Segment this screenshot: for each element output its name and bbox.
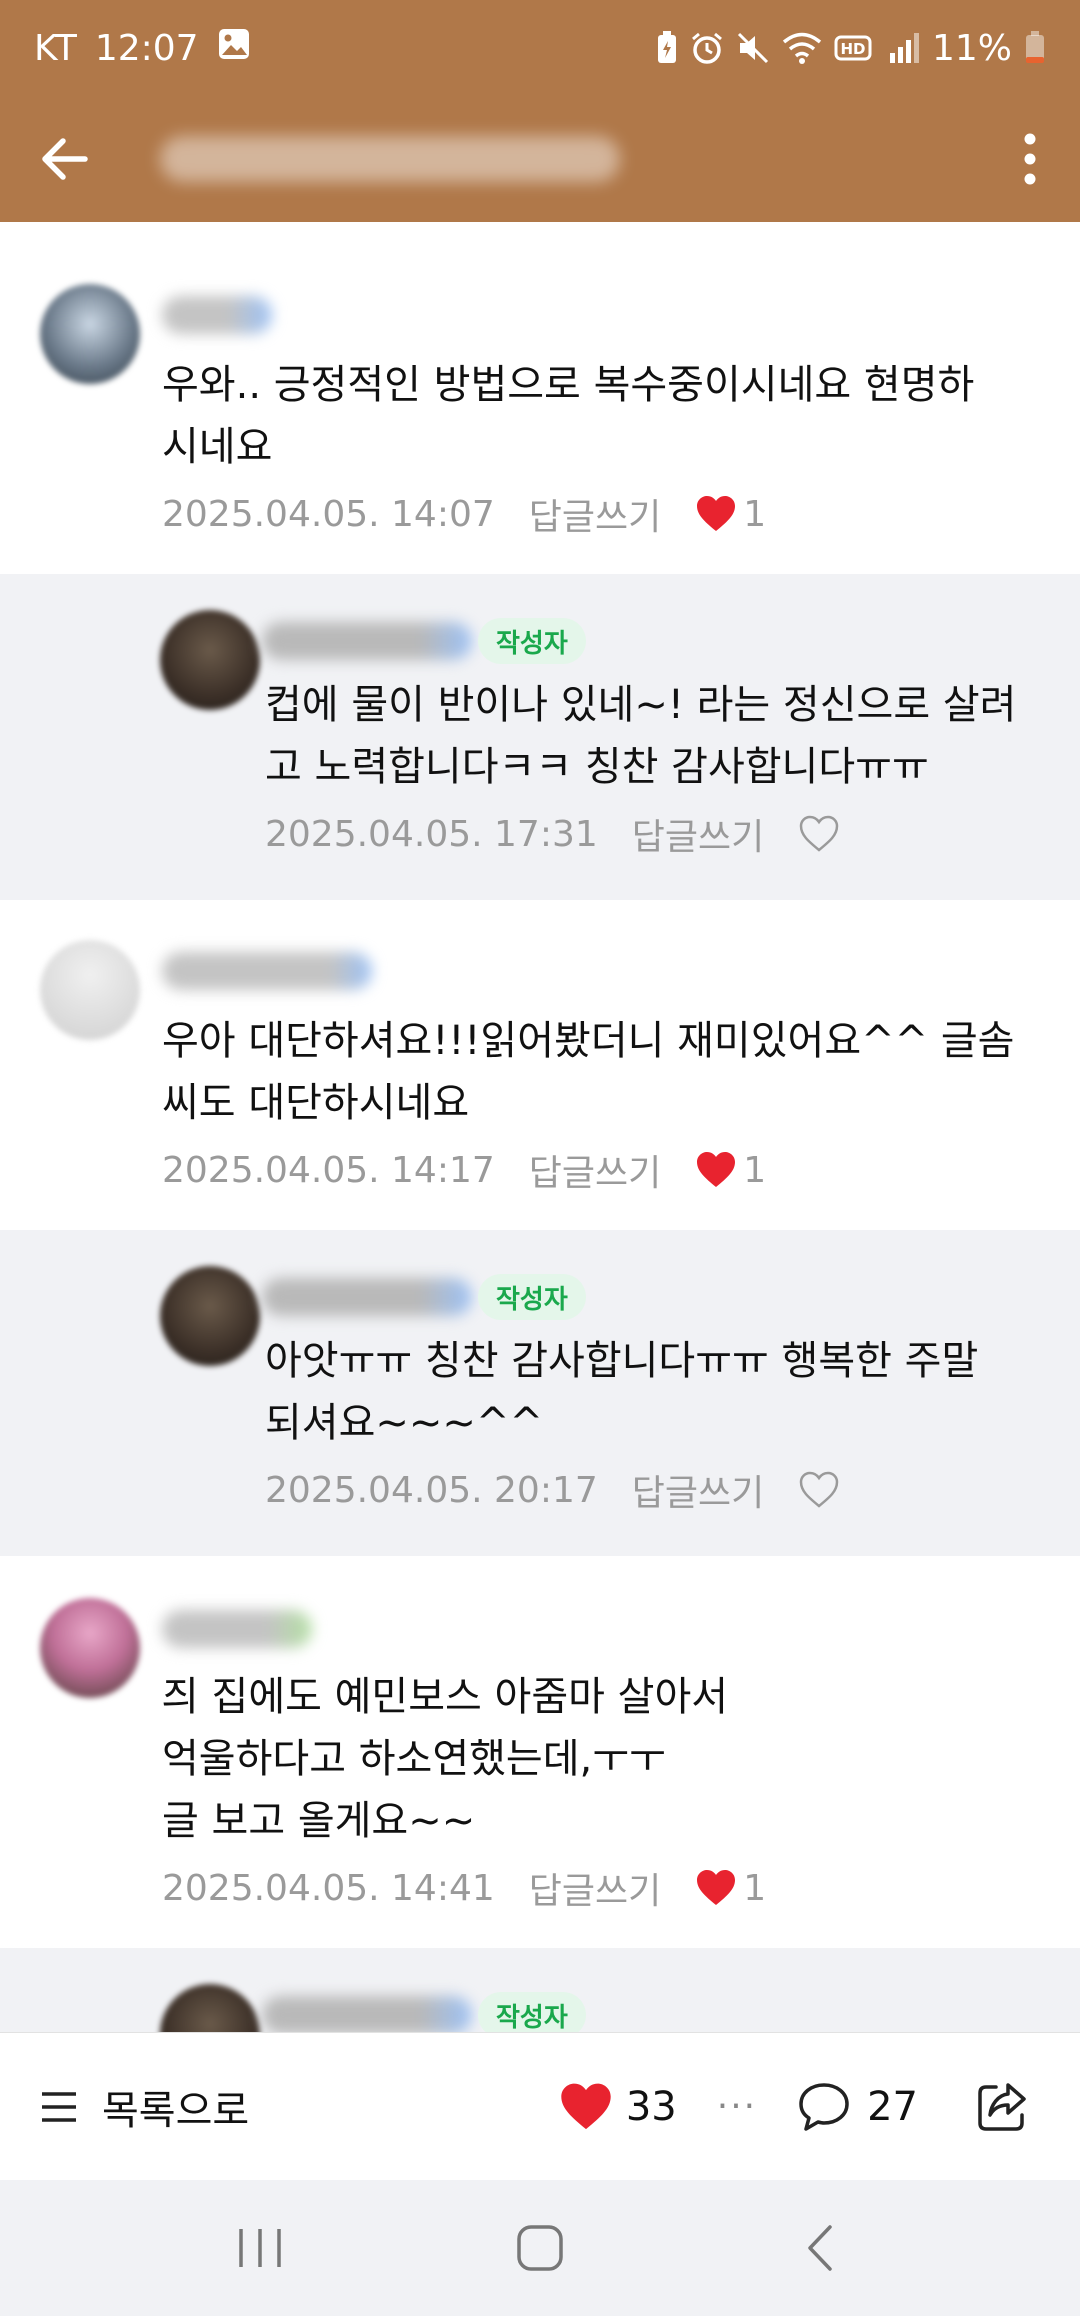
comment-date: 2025.04.05. 14:17 <box>162 1149 495 1191</box>
like-button[interactable]: 1 <box>695 494 766 535</box>
mute-icon <box>736 31 770 65</box>
like-button[interactable] <box>798 814 840 854</box>
image-icon <box>217 27 251 70</box>
comment-date: 2025.04.05. 14:41 <box>162 1867 495 1909</box>
more-vertical-icon <box>1024 133 1036 185</box>
author-badge: 작성자 <box>478 618 586 664</box>
back-to-list-label: 목록으로 <box>102 2087 250 2134</box>
comment-meta: 2025.04.05. 14:41 답글쓰기 1 <box>162 1858 766 1918</box>
system-back-button[interactable] <box>760 2198 880 2298</box>
speech-bubble-icon <box>799 2082 849 2131</box>
recent-apps-button[interactable] <box>200 2198 320 2298</box>
app-bar <box>0 96 1080 222</box>
hd-icon: HD <box>834 31 874 65</box>
like-button[interactable]: 1 <box>695 1150 766 1191</box>
heart-filled-icon <box>697 496 736 531</box>
comment-item: 우아 대단하셔요!!!읽어봤더니 재미있어요^^ 글솜 씨도 대단하시네요 20… <box>0 900 1080 1230</box>
more-options-button[interactable] <box>980 96 1080 222</box>
comment-meta: 2025.04.05. 14:17 답글쓰기 1 <box>162 1140 766 1200</box>
reply-meta: 2025.04.05. 20:17 답글쓰기 <box>265 1460 840 1520</box>
like-count: 1 <box>743 493 767 535</box>
username-redacted <box>162 1610 312 1648</box>
heart-outline-icon <box>799 815 839 852</box>
carrier-label: KT <box>34 27 77 69</box>
comment-text: 즤 집에도 예민보스 아줌마 살아서 억울하다고 하소연했는데,ㅜㅜ 글 보고 … <box>162 1674 729 1844</box>
reply-date: 2025.04.05. 20:17 <box>265 1469 598 1511</box>
reply-button[interactable]: 답글쓰기 <box>529 1144 661 1196</box>
comment-text: 우와.. 긍정적인 방법으로 복수중이시네요 현명하 시네요 <box>162 362 975 470</box>
battery-level: 11% <box>931 27 1012 69</box>
comment-item: 즤 집에도 예민보스 아줌마 살아서 억울하다고 하소연했는데,ㅜㅜ 글 보고 … <box>0 1556 1080 1948</box>
like-button[interactable] <box>798 1470 840 1510</box>
top-bar: KT 12:07 HD 11% <box>0 0 1080 222</box>
like-button[interactable]: 1 <box>695 1868 766 1909</box>
reply-text: 아앗ㅠㅠ 칭찬 감사합니다ㅠㅠ 행복한 주말 되셔요~~~^^ <box>265 1338 979 1446</box>
comment-text: 우아 대단하셔요!!!읽어봤더니 재미있어요^^ 글솜 씨도 대단하시네요 <box>162 1018 1015 1126</box>
reply-button[interactable]: 답글쓰기 <box>529 1862 661 1914</box>
more-dots[interactable]: ··· <box>717 2086 757 2127</box>
reply-item: 작성자 컵에 물이 반이나 있네~! 라는 정신으로 살려 고 노력합니다ㅋㅋ … <box>0 574 1080 900</box>
status-bar: KT 12:07 HD 11% <box>0 0 1080 96</box>
username-redacted <box>162 296 272 334</box>
signal-icon <box>886 31 920 65</box>
page-title-redacted <box>160 136 620 182</box>
reply-item: 작성자 아앗ㅠㅠ 칭찬 감사합니다ㅠㅠ 행복한 주말 되셔요~~~^^ 2025… <box>0 1230 1080 1556</box>
heart-filled-icon <box>697 1152 736 1187</box>
post-like-count: 33 <box>625 2083 677 2130</box>
like-count: 1 <box>743 1149 767 1191</box>
reply-button[interactable]: 답글쓰기 <box>632 808 764 860</box>
chevron-left-icon <box>808 2225 832 2271</box>
comment-list: 우와.. 긍정적인 방법으로 복수중이시네요 현명하 시네요 2025.04.0… <box>0 222 1080 2032</box>
post-comment-count: 27 <box>867 2083 918 2130</box>
username-redacted <box>262 1278 472 1316</box>
home-button[interactable] <box>480 2198 600 2298</box>
comment-item: 우와.. 긍정적인 방법으로 복수중이시네요 현명하 시네요 2025.04.0… <box>0 222 1080 574</box>
home-icon <box>517 2225 563 2271</box>
share-button[interactable] <box>974 2079 1030 2135</box>
avatar <box>160 1266 260 1366</box>
author-badge: 작성자 <box>478 1274 586 1320</box>
post-like-button[interactable]: 33 <box>558 2081 677 2133</box>
menu-icon <box>42 2091 76 2122</box>
status-right: HD 11% <box>656 28 1046 69</box>
recent-apps-icon <box>239 2229 281 2267</box>
post-comment-button[interactable]: 27 <box>797 2081 918 2133</box>
arrow-left-icon <box>42 138 88 180</box>
heart-filled-icon <box>697 1870 736 1905</box>
bottom-action-bar: 목록으로 33 ··· 27 <box>0 2032 1080 2180</box>
comment-meta: 2025.04.05. 14:07 답글쓰기 1 <box>162 484 766 544</box>
share-icon <box>978 2082 1026 2131</box>
avatar <box>40 1598 140 1698</box>
wifi-icon <box>782 31 822 65</box>
avatar <box>160 610 260 710</box>
reply-meta: 2025.04.05. 17:31 답글쓰기 <box>265 804 840 864</box>
alarm-icon <box>690 31 724 65</box>
reply-text: 컵에 물이 반이나 있네~! 라는 정신으로 살려 고 노력합니다ㅋㅋ 칭찬 감… <box>265 682 1017 790</box>
reply-button[interactable]: 답글쓰기 <box>632 1464 764 1516</box>
reply-button[interactable]: 답글쓰기 <box>529 488 661 540</box>
avatar <box>40 284 140 384</box>
battery-icon <box>1024 31 1046 65</box>
system-nav-bar <box>0 2180 1080 2316</box>
reply-date: 2025.04.05. 17:31 <box>265 813 598 855</box>
avatar <box>160 1984 260 2032</box>
username-redacted <box>162 952 372 990</box>
avatar <box>40 940 140 1040</box>
status-left: KT 12:07 <box>34 27 251 70</box>
svg-text:HD: HD <box>840 40 865 58</box>
reply-item: 작성자 <box>0 1948 1080 2032</box>
username-redacted <box>262 1996 472 2032</box>
clock: 12:07 <box>94 27 199 69</box>
battery-saver-icon <box>656 31 678 65</box>
heart-outline-icon <box>799 1471 839 1508</box>
heart-filled-icon <box>561 2083 611 2129</box>
comment-date: 2025.04.05. 14:07 <box>162 493 495 535</box>
username-redacted <box>262 622 472 660</box>
back-button[interactable] <box>0 96 130 222</box>
like-count: 1 <box>743 1867 767 1909</box>
post-actions: 33 ··· 27 <box>558 2079 1030 2135</box>
author-badge: 작성자 <box>478 1992 586 2032</box>
back-to-list-button[interactable]: 목록으로 <box>40 2078 249 2136</box>
